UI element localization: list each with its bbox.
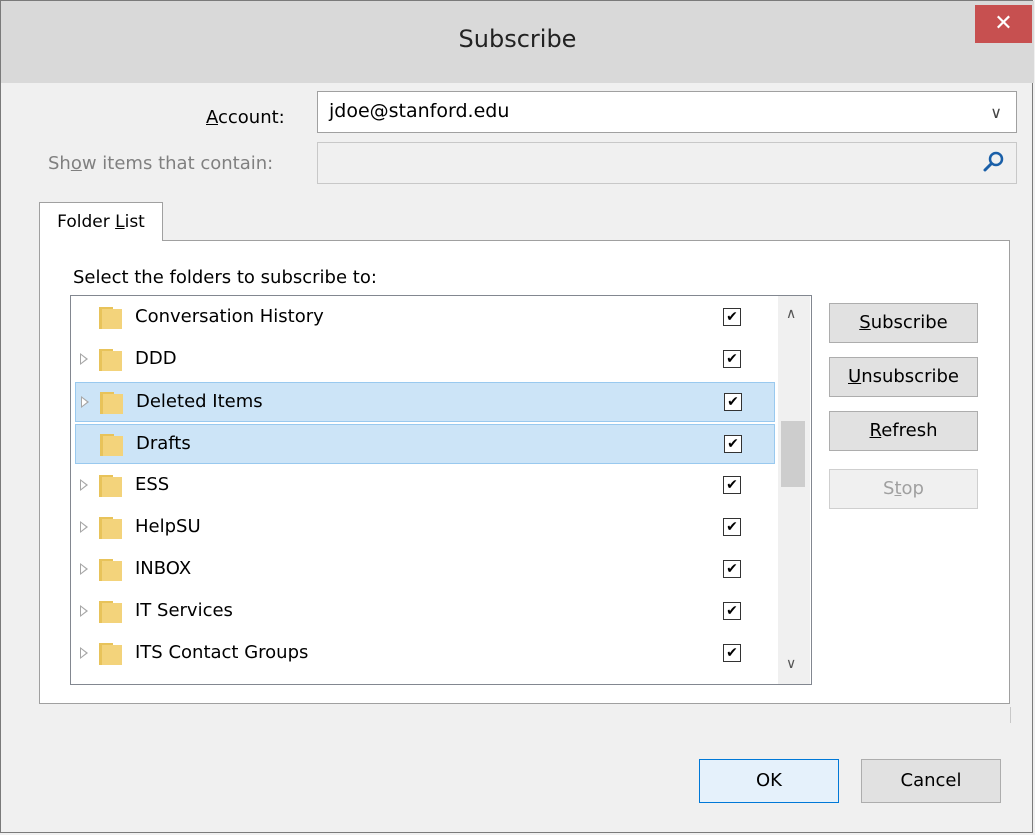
subscribe-dialog: Subscribe ✕ Account: jdoe@stanford.edu ∨… [0,0,1034,833]
folder-icon [100,434,123,456]
subscribe-button[interactable]: Subscribe [829,303,978,343]
subscribe-checkbox[interactable]: ✔ [724,393,742,411]
scroll-down-icon[interactable]: ∨ [786,656,796,672]
scroll-up-icon[interactable]: ∧ [786,306,796,322]
folder-name: Conversation History [135,306,324,327]
folder-name: HelpSU [135,516,201,537]
folder-icon [99,307,122,329]
folder-list[interactable]: Conversation History ✔ DDD ✔ Deleted Items ✔ D… [70,295,812,685]
expand-arrow-icon[interactable] [80,353,88,365]
tab-folder-list[interactable]: Folder List [39,202,163,241]
title-bar[interactable]: Subscribe ✕ [1,1,1034,83]
stop-button[interactable]: Stop [829,469,978,509]
list-item[interactable]: Drafts ✔ [75,424,775,464]
subscribe-checkbox[interactable]: ✔ [724,435,742,453]
list-item[interactable]: Deleted Items ✔ [75,382,775,422]
filter-label: Show items that contain: [48,153,274,174]
expand-arrow-icon[interactable] [80,521,88,533]
subscribe-checkbox[interactable]: ✔ [723,350,741,368]
folder-name: INBOX [135,558,192,579]
list-item[interactable]: ESS ✔ [75,466,775,506]
subscribe-checkbox[interactable]: ✔ [723,518,741,536]
folder-name: ESS [135,474,170,495]
close-button[interactable]: ✕ [975,5,1032,43]
folder-name: Drafts [136,433,191,454]
subscribe-checkbox[interactable]: ✔ [723,602,741,620]
unsubscribe-button[interactable]: Unsubscribe [829,357,978,397]
scrollbar[interactable]: ∧ ∨ [778,296,810,684]
chevron-down-icon: ∨ [990,103,1002,122]
list-item[interactable]: ITS Contact Groups ✔ [75,634,775,674]
folder-icon [100,392,123,414]
folder-icon [99,601,122,623]
subscribe-checkbox[interactable]: ✔ [723,308,741,326]
refresh-button[interactable]: Refresh [829,411,978,451]
subscribe-checkbox[interactable]: ✔ [723,560,741,578]
folder-icon [99,349,122,371]
ok-button[interactable]: OK [699,759,839,803]
expand-arrow-icon[interactable] [81,396,89,408]
folder-name: DDD [135,348,177,369]
expand-arrow-icon[interactable] [80,479,88,491]
close-icon: ✕ [994,11,1013,36]
expand-arrow-icon[interactable] [80,647,88,659]
filter-input[interactable] [317,142,1017,184]
account-value: jdoe@stanford.edu [329,100,510,122]
folder-icon [99,643,122,665]
list-item[interactable]: IT Services ✔ [75,592,775,632]
expand-arrow-icon[interactable] [80,605,88,617]
folder-icon [99,517,122,539]
window-title: Subscribe [458,25,577,53]
folder-icon [99,475,122,497]
search-icon[interactable] [981,149,1007,175]
list-item[interactable]: HelpSU ✔ [75,508,775,548]
divider [1010,707,1011,723]
folder-name: IT Services [135,600,233,621]
subscribe-checkbox[interactable]: ✔ [723,476,741,494]
instruction-text: Select the folders to subscribe to: [73,267,377,288]
folder-icon [99,559,122,581]
folder-name: Deleted Items [136,391,263,412]
list-item[interactable]: DDD ✔ [75,340,775,380]
account-select[interactable]: jdoe@stanford.edu ∨ [317,91,1017,133]
list-item[interactable]: INBOX ✔ [75,550,775,590]
scroll-thumb[interactable] [781,421,805,487]
list-item[interactable]: Conversation History ✔ [75,298,775,338]
expand-arrow-icon[interactable] [80,563,88,575]
account-label: Account: [206,107,285,128]
folder-name: ITS Contact Groups [135,642,309,663]
subscribe-checkbox[interactable]: ✔ [723,644,741,662]
cancel-button[interactable]: Cancel [861,759,1001,803]
